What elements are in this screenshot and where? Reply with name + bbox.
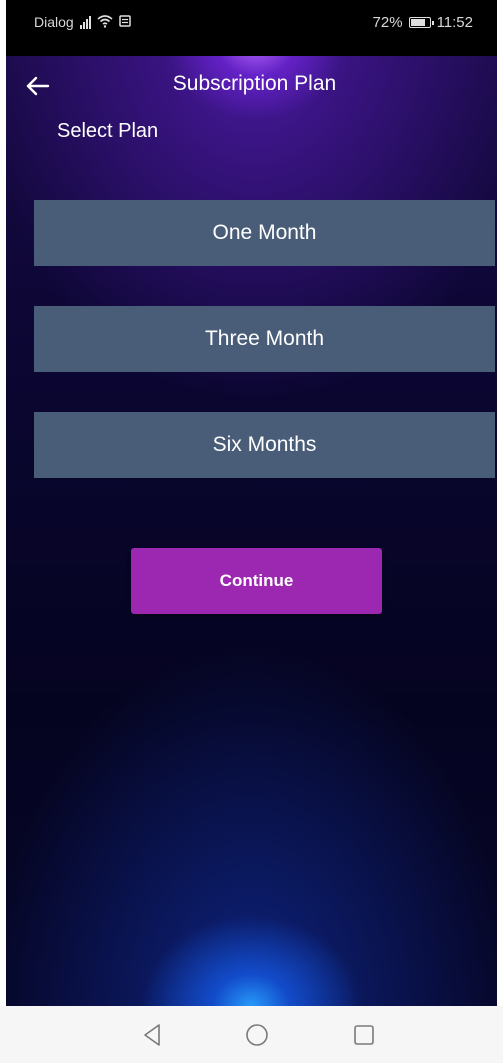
signal-icon <box>79 15 91 29</box>
battery-level-fill <box>410 19 425 26</box>
status-bar: Dialog 72% 11:52 <box>6 0 497 56</box>
device-frame: Dialog 72% 11:52 Subscription Plan Selec… <box>0 0 503 1063</box>
plan-option-three-month[interactable]: Three Month <box>34 306 495 372</box>
status-left: Dialog <box>34 14 131 30</box>
battery-icon <box>408 17 434 28</box>
page-title: Subscription Plan <box>172 72 337 95</box>
section-label: Select Plan <box>57 120 159 142</box>
carrier-name: Dialog <box>34 14 74 30</box>
circle-home-icon[interactable] <box>244 1022 270 1048</box>
plan-option-one-month[interactable]: One Month <box>34 200 495 266</box>
clock: 11:52 <box>436 14 473 31</box>
status-right: 72% 11:52 <box>373 14 473 31</box>
plan-option-six-months[interactable]: Six Months <box>34 412 495 478</box>
navigation-bar <box>0 1006 503 1063</box>
app-screen: Dialog 72% 11:52 Subscription Plan Selec… <box>6 0 497 1006</box>
sim-icon <box>118 15 131 29</box>
battery-percent: 72% <box>372 14 403 31</box>
square-recent-icon[interactable] <box>351 1022 377 1048</box>
triangle-back-icon[interactable] <box>140 1022 166 1048</box>
continue-button[interactable]: Continue <box>131 548 382 614</box>
wifi-icon <box>97 14 113 30</box>
